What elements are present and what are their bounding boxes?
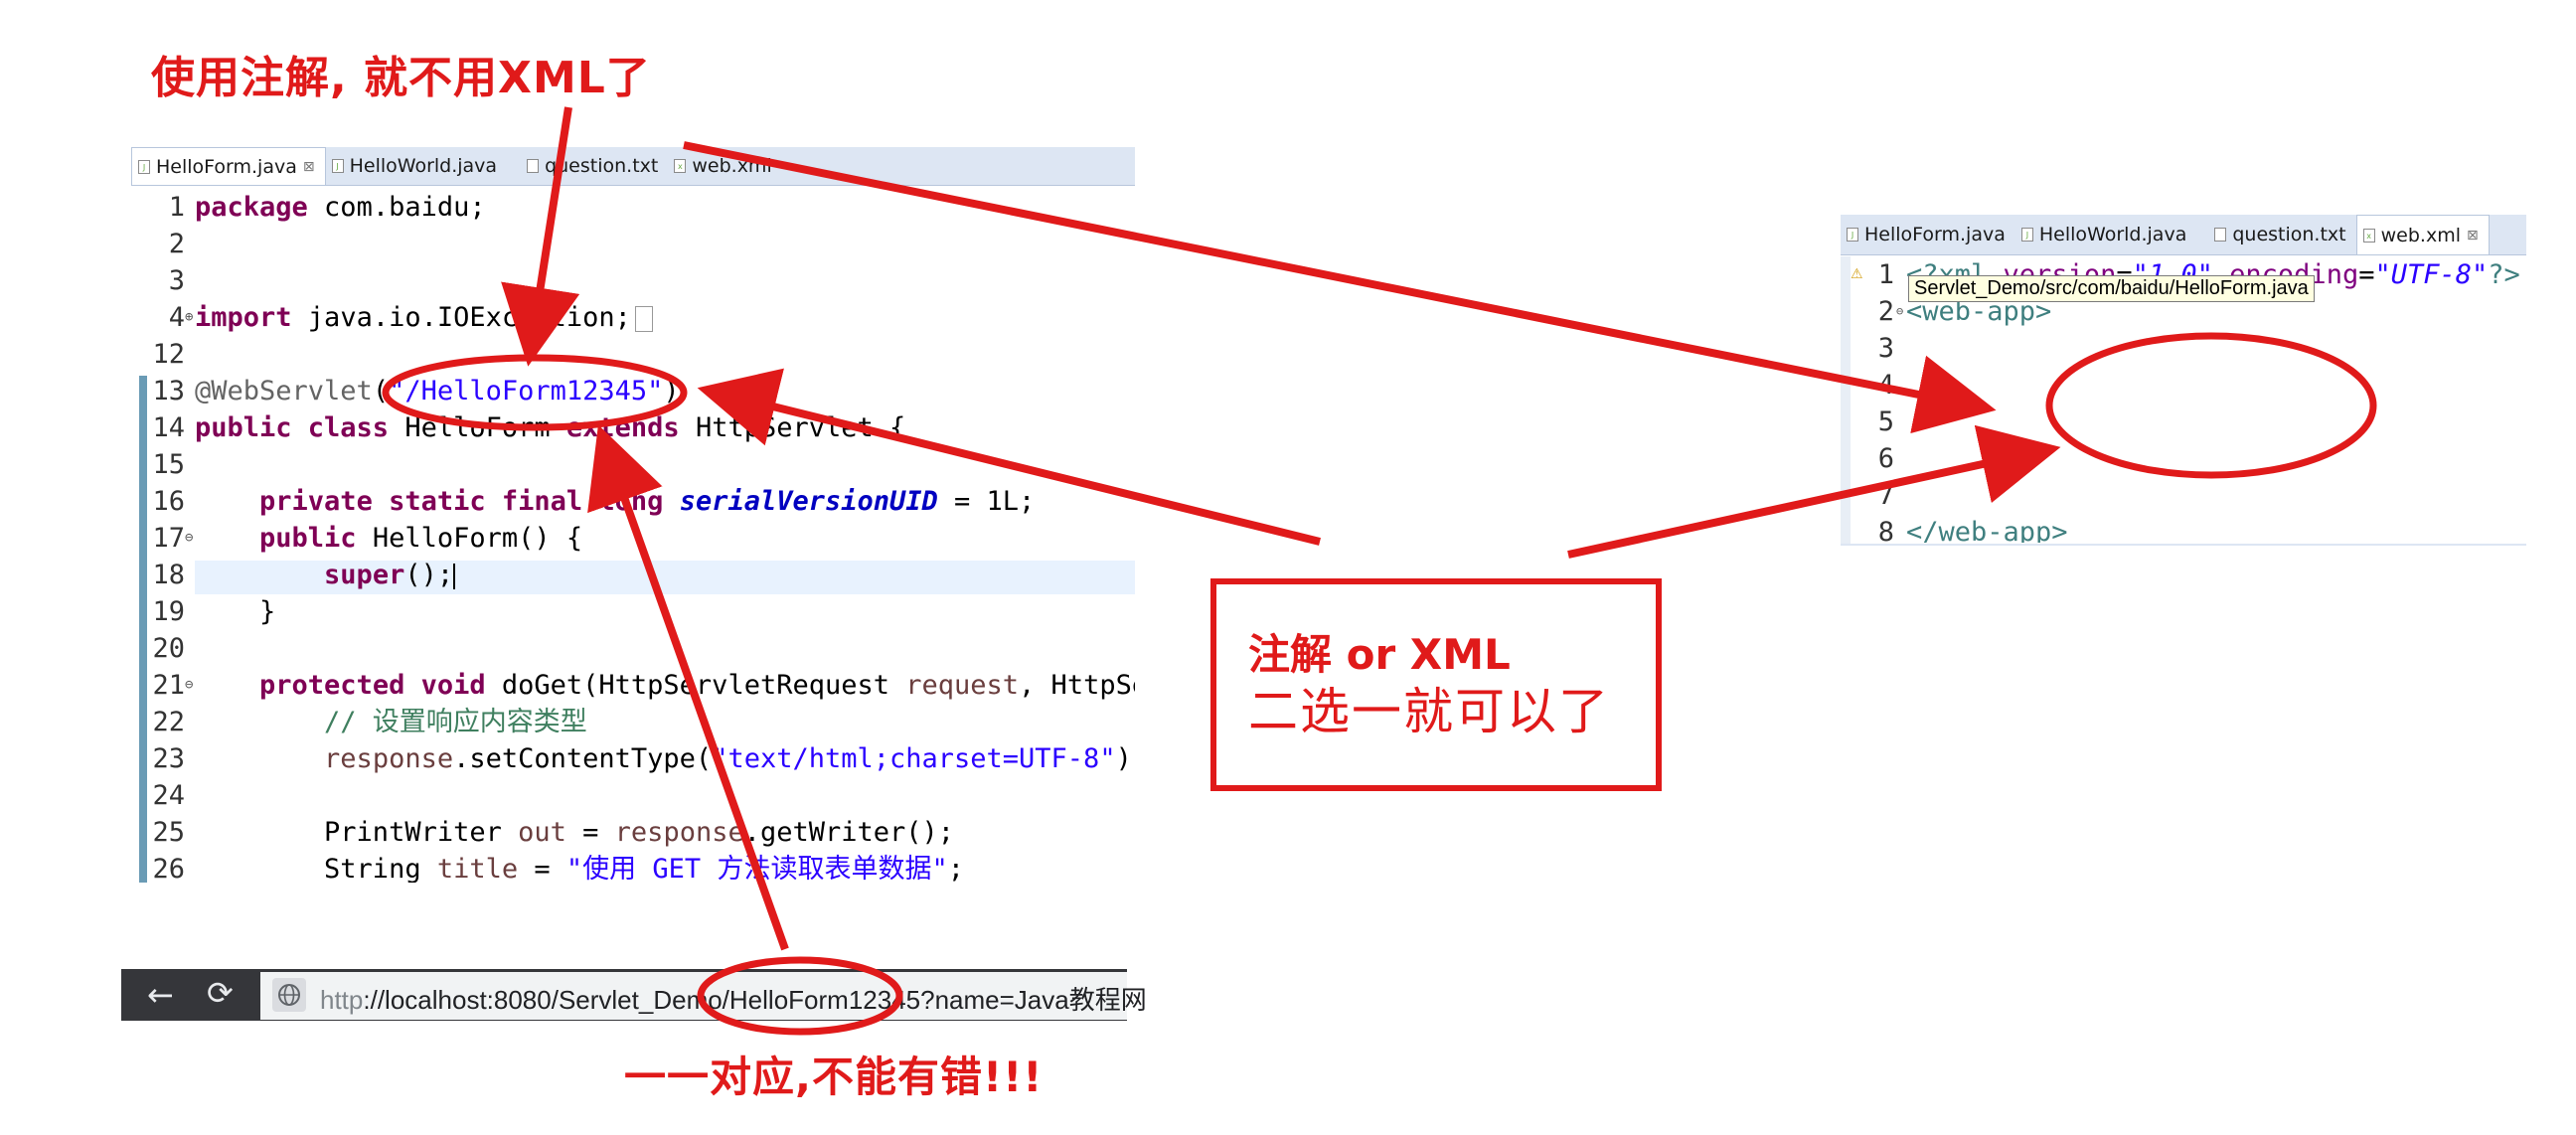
back-icon[interactable]: ← [147, 976, 174, 1014]
annotation-title-bottom: 一一对应,不能有错!!! [624, 1053, 1044, 1101]
tab-question-txt[interactable]: question.txt [507, 147, 668, 185]
code-line-1: package com.baidu; [195, 192, 486, 223]
callout-line-2: 二选一就可以了 [1248, 683, 1610, 740]
code-line-18: super(); [324, 560, 456, 590]
tab-helloform-java[interactable]: J HelloForm.java [1841, 215, 2015, 254]
line-number: 4 [168, 302, 185, 333]
line-number: 22 [152, 707, 185, 737]
text-file-icon [527, 159, 540, 173]
tab-question-txt[interactable]: question.txt [2196, 215, 2355, 254]
line-number: 13 [152, 376, 185, 406]
line-number: 1 [1877, 259, 1894, 290]
line-number: 8 [1877, 517, 1894, 543]
line-number: 21 [152, 670, 185, 701]
code-line-25: PrintWriter out = response.getWriter(); [195, 817, 955, 848]
line-number: 23 [152, 743, 185, 774]
code-line-4: import java.io.IOException; [195, 299, 653, 336]
left-editor-tabbar: J HelloForm.java ⊠ J HelloWorld.java que… [131, 147, 1135, 186]
tab-web-xml[interactable]: x web.xml ⊠ [2355, 215, 2490, 254]
close-icon[interactable]: ⊠ [303, 159, 315, 175]
line-number: 18 [152, 560, 185, 590]
fold-collapse-icon[interactable]: ⊖ [1896, 293, 1903, 330]
tab-label: HelloWorld.java [2038, 224, 2187, 245]
line-number: 5 [1877, 406, 1894, 437]
tab-label: web.xml [692, 155, 772, 177]
line-number: 7 [1877, 480, 1894, 511]
line-number: 24 [152, 780, 185, 811]
line-number: 16 [152, 486, 185, 517]
code-line-22: // 设置响应内容类型 [195, 707, 587, 737]
tab-label: HelloForm.java [156, 155, 297, 178]
tab-label: question.txt [2232, 224, 2346, 245]
code-line-21: protected void doGet(HttpServletRequest … [259, 670, 1135, 701]
tab-helloworld-java[interactable]: J HelloWorld.java [326, 147, 507, 185]
globe-icon[interactable] [272, 978, 306, 1012]
reload-icon[interactable]: ⟳ [207, 974, 234, 1012]
tab-label: web.xml [2380, 224, 2461, 246]
url-protocol: http [320, 985, 364, 1015]
line-number: 2 [168, 229, 185, 259]
right-ruler [1841, 256, 1851, 545]
line-number: 14 [152, 412, 185, 443]
tab-label: HelloWorld.java [349, 155, 498, 177]
code-line-16: private static final long serialVersionU… [259, 486, 1036, 517]
file-path-tooltip: Servlet_Demo/src/com/baidu/HelloForm.jav… [1908, 275, 2315, 302]
xml-file-icon: x [674, 159, 687, 173]
java-code-area[interactable]: 1 package com.baidu; 2 3 4 ⊕ import java.io… [149, 189, 1135, 883]
java-file-icon: J [138, 159, 150, 174]
line-number: 25 [152, 817, 185, 848]
tab-helloform-java[interactable]: J HelloForm.java ⊠ [131, 147, 326, 185]
line-number: 17 [152, 523, 185, 554]
code-line-19: } [195, 596, 276, 627]
tab-helloworld-java[interactable]: J HelloWorld.java [2015, 215, 2196, 254]
right-editor-tabbar: J HelloForm.java J HelloWorld.java quest… [1841, 215, 2526, 255]
url-path: ://localhost:8080/Servlet_Demo/HelloForm… [363, 985, 1147, 1015]
tab-label: HelloForm.java [1864, 224, 2006, 245]
line-number: 15 [152, 449, 185, 480]
line-number: 2 [1877, 296, 1894, 327]
line-number: 26 [152, 854, 185, 883]
line-number: 19 [152, 596, 185, 627]
line-number: 1 [168, 192, 185, 223]
code-line-14: public class HelloForm extends HttpServl… [195, 412, 906, 443]
line-number: 12 [152, 339, 185, 370]
line-number: 3 [1877, 333, 1894, 364]
tab-web-xml[interactable]: x web.xml [668, 147, 781, 185]
line-number: 4 [1877, 370, 1894, 401]
xml-file-icon: x [2362, 228, 2375, 243]
code-line-13: @WebServlet("/HelloForm12345") [195, 376, 680, 406]
line-number: 20 [152, 633, 185, 664]
code-line-23: response.setContentType("text/html;chars… [324, 743, 1135, 774]
line-number: 3 [168, 265, 185, 296]
line-number: 6 [1877, 443, 1894, 474]
right-editor-bottom-border [1841, 544, 2526, 546]
tab-label: question.txt [545, 155, 659, 177]
text-file-icon [2214, 228, 2227, 242]
fold-collapse-icon[interactable]: ⊖ [185, 520, 193, 557]
fold-collapse-icon[interactable]: ⊖ [185, 667, 193, 704]
code-line-17: public HelloForm() { [259, 523, 583, 554]
code-line-26: String title = "使用 GET 方法读取表单数据"; [195, 854, 964, 883]
annotation-title-top: 使用注解, 就不用XML了 [151, 53, 651, 103]
close-icon[interactable]: ⊠ [2467, 228, 2479, 243]
xml-line-8: </web-app> [1906, 517, 2068, 543]
java-file-icon: J [2020, 228, 2033, 242]
change-marker-bar [139, 376, 147, 883]
java-file-icon: J [1847, 228, 1858, 242]
java-file-icon: J [331, 159, 344, 173]
fold-expand-icon[interactable]: ⊕ [185, 299, 193, 336]
url-text[interactable]: http://localhost:8080/Servlet_Demo/Hello… [320, 980, 1147, 1017]
